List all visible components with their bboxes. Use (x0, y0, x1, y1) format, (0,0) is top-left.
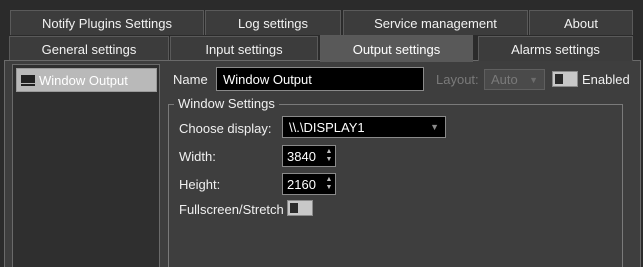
window-settings-title: Window Settings (174, 96, 279, 111)
tab-label: Service management (374, 15, 497, 31)
tab-label: Alarms settings (511, 41, 600, 57)
output-list[interactable]: Window Output (12, 64, 160, 267)
toggle-knob (290, 203, 298, 213)
width-label: Width: (179, 149, 216, 164)
tab-label: Input settings (205, 41, 283, 57)
layout-label: Layout: (436, 72, 479, 87)
layout-select-value: Auto (491, 72, 518, 87)
height-label: Height: (179, 177, 221, 192)
choose-display-label: Choose display: (179, 121, 272, 136)
tab-input-settings[interactable]: Input settings (170, 36, 318, 61)
width-spinbox[interactable]: 3840 ▲ ▼ (282, 145, 336, 167)
enabled-toggle[interactable] (552, 71, 578, 87)
spin-buttons[interactable]: ▲ ▼ (323, 174, 335, 194)
chevron-down-icon[interactable]: ▼ (326, 184, 333, 192)
monitor-icon (21, 74, 35, 86)
toggle-knob (555, 74, 563, 84)
chevron-up-icon[interactable]: ▲ (326, 176, 333, 184)
tab-label: About (564, 15, 598, 31)
fullscreen-label: Fullscreen/Stretch (179, 202, 284, 217)
spin-buttons[interactable]: ▲ ▼ (323, 146, 335, 166)
tab-notify-plugins-settings[interactable]: Notify Plugins Settings (10, 10, 204, 35)
fullscreen-toggle[interactable] (287, 200, 313, 216)
tab-general-settings[interactable]: General settings (9, 36, 169, 61)
tab-label: Notify Plugins Settings (41, 15, 173, 31)
height-value: 2160 (287, 176, 316, 192)
tab-alarms-settings[interactable]: Alarms settings (478, 36, 633, 61)
name-input[interactable]: Window Output (216, 67, 424, 91)
tab-about[interactable]: About (529, 10, 633, 35)
tab-service-management[interactable]: Service management (343, 10, 528, 35)
chevron-up-icon[interactable]: ▲ (326, 148, 333, 156)
tab-label: General settings (41, 41, 137, 57)
display-select-value: \\.\DISPLAY1 (289, 119, 365, 135)
layout-select[interactable]: Auto ▼ (484, 69, 545, 90)
output-item-label: Window Output (39, 72, 128, 88)
chevron-down-icon: ▼ (430, 122, 439, 132)
tab-log-settings[interactable]: Log settings (205, 10, 341, 35)
enabled-label: Enabled (582, 72, 630, 87)
tab-output-settings[interactable]: Output settings (320, 35, 473, 62)
tab-label: Output settings (352, 41, 441, 57)
display-select[interactable]: \\.\DISPLAY1 ▼ (282, 116, 446, 138)
chevron-down-icon: ▼ (529, 75, 538, 85)
height-spinbox[interactable]: 2160 ▲ ▼ (282, 173, 336, 195)
name-input-value: Window Output (223, 71, 312, 87)
chevron-down-icon[interactable]: ▼ (326, 156, 333, 164)
output-list-item-window-output[interactable]: Window Output (16, 68, 157, 92)
width-value: 3840 (287, 148, 316, 164)
tab-label: Log settings (237, 15, 309, 31)
name-label: Name (173, 72, 208, 87)
